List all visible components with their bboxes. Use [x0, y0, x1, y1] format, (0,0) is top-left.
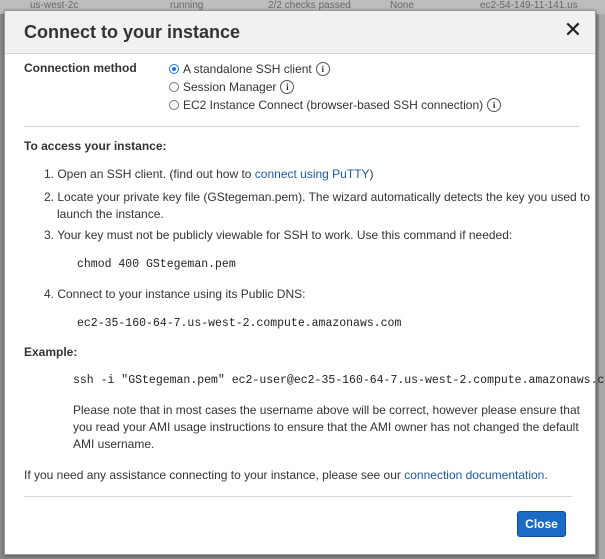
radio-label: A standalone SSH client — [183, 62, 312, 76]
chmod-command: chmod 400 GStegeman.pem — [77, 258, 236, 271]
step-4: 4. Connect to your instance using its Pu… — [44, 287, 306, 301]
step-3: 3. Your key must not be publicly viewabl… — [44, 228, 513, 242]
info-icon[interactable]: i — [280, 80, 295, 94]
close-button[interactable]: Close — [517, 511, 566, 537]
radio-label: Session Manager — [183, 80, 277, 94]
dialog-header: Connect to your instance ✕ — [5, 11, 595, 54]
close-icon[interactable]: ✕ — [561, 18, 585, 44]
note-line-1: Please note that in most cases the usern… — [73, 403, 580, 417]
radio-button[interactable] — [169, 82, 179, 92]
connection-method-label: Connection method — [24, 61, 137, 75]
example-heading: Example: — [24, 345, 78, 359]
background-page-edge — [599, 14, 605, 559]
step-2-line-2: launch the instance. — [57, 207, 164, 221]
step-1-text: 1. Open an SSH client. (find out how to — [44, 167, 252, 181]
radio-label: EC2 Instance Connect (browser-based SSH … — [183, 98, 484, 112]
radio-button-selected[interactable] — [169, 64, 179, 74]
info-icon[interactable]: i — [315, 62, 330, 76]
assistance-suffix: . — [544, 468, 548, 482]
assistance-prefix: If you need any assistance connecting to… — [24, 468, 401, 482]
step-2-line-1: 2. Locate your private key file (GStegem… — [44, 190, 591, 204]
access-heading: To access your instance: — [24, 139, 167, 153]
connect-using-putty-link[interactable]: connect using PuTTY — [255, 167, 370, 181]
radio-standalone-ssh[interactable]: A standalone SSH client i — [169, 62, 330, 76]
step-1: 1. Open an SSH client. (find out how to … — [44, 167, 374, 181]
step-1-suffix: ) — [369, 167, 374, 181]
footer-divider — [24, 496, 572, 497]
info-icon[interactable]: i — [487, 98, 502, 112]
radio-button[interactable] — [169, 100, 179, 110]
public-dns: ec2-35-160-64-7.us-west-2.compute.amazon… — [77, 317, 402, 330]
divider — [24, 126, 579, 127]
radio-session-manager[interactable]: Session Manager i — [169, 80, 295, 94]
radio-ec2-instance-connect[interactable]: EC2 Instance Connect (browser-based SSH … — [169, 98, 502, 112]
example-ssh-command: ssh -i "GStegeman.pem" ec2-user@ec2-35-1… — [73, 374, 605, 387]
note-line-2: you read your AMI usage instructions to … — [73, 420, 579, 434]
connect-instance-dialog: Connect to your instance ✕ Connection me… — [4, 10, 605, 555]
note-line-3: AMI username. — [73, 437, 155, 451]
assistance-text: If you need any assistance connecting to… — [24, 468, 548, 482]
connection-documentation-link[interactable]: connection documentation — [404, 468, 544, 482]
dialog-title: Connect to your instance — [24, 22, 241, 42]
